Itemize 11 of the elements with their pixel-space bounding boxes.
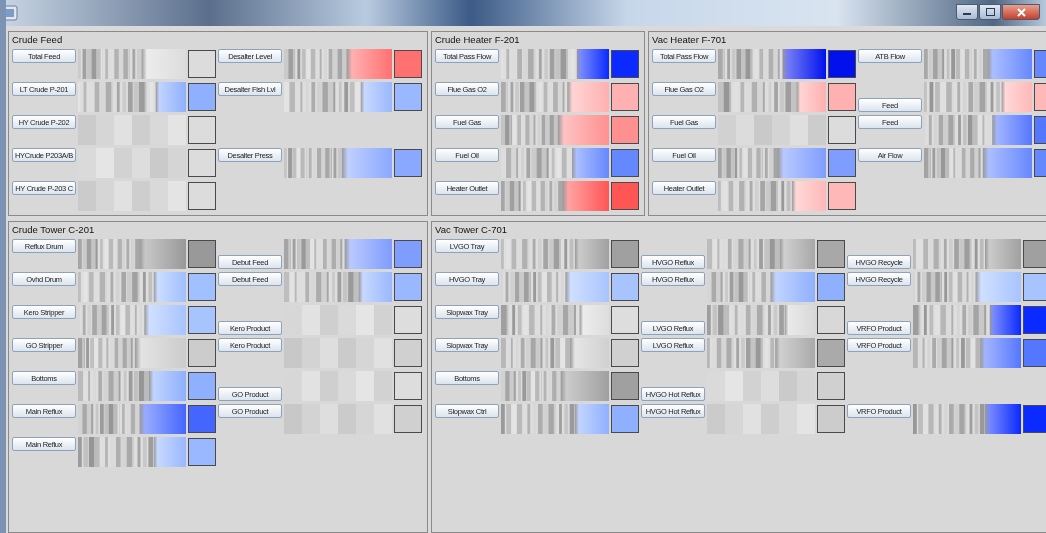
app-icon [6,5,18,21]
minimize-button[interactable] [956,4,978,20]
panel-title: Crude Tower C-201 [12,224,95,236]
panel-title: Crude Feed [12,34,63,46]
panel-title: Vac Heater F-701 [652,34,727,46]
maximize-icon [985,8,995,16]
close-button[interactable] [1002,4,1040,20]
maximize-button[interactable] [979,4,1001,20]
panel-title: Vac Tower C-701 [435,224,507,236]
panel-title: Crude Heater F-201 [435,34,520,46]
close-icon [1016,7,1026,17]
